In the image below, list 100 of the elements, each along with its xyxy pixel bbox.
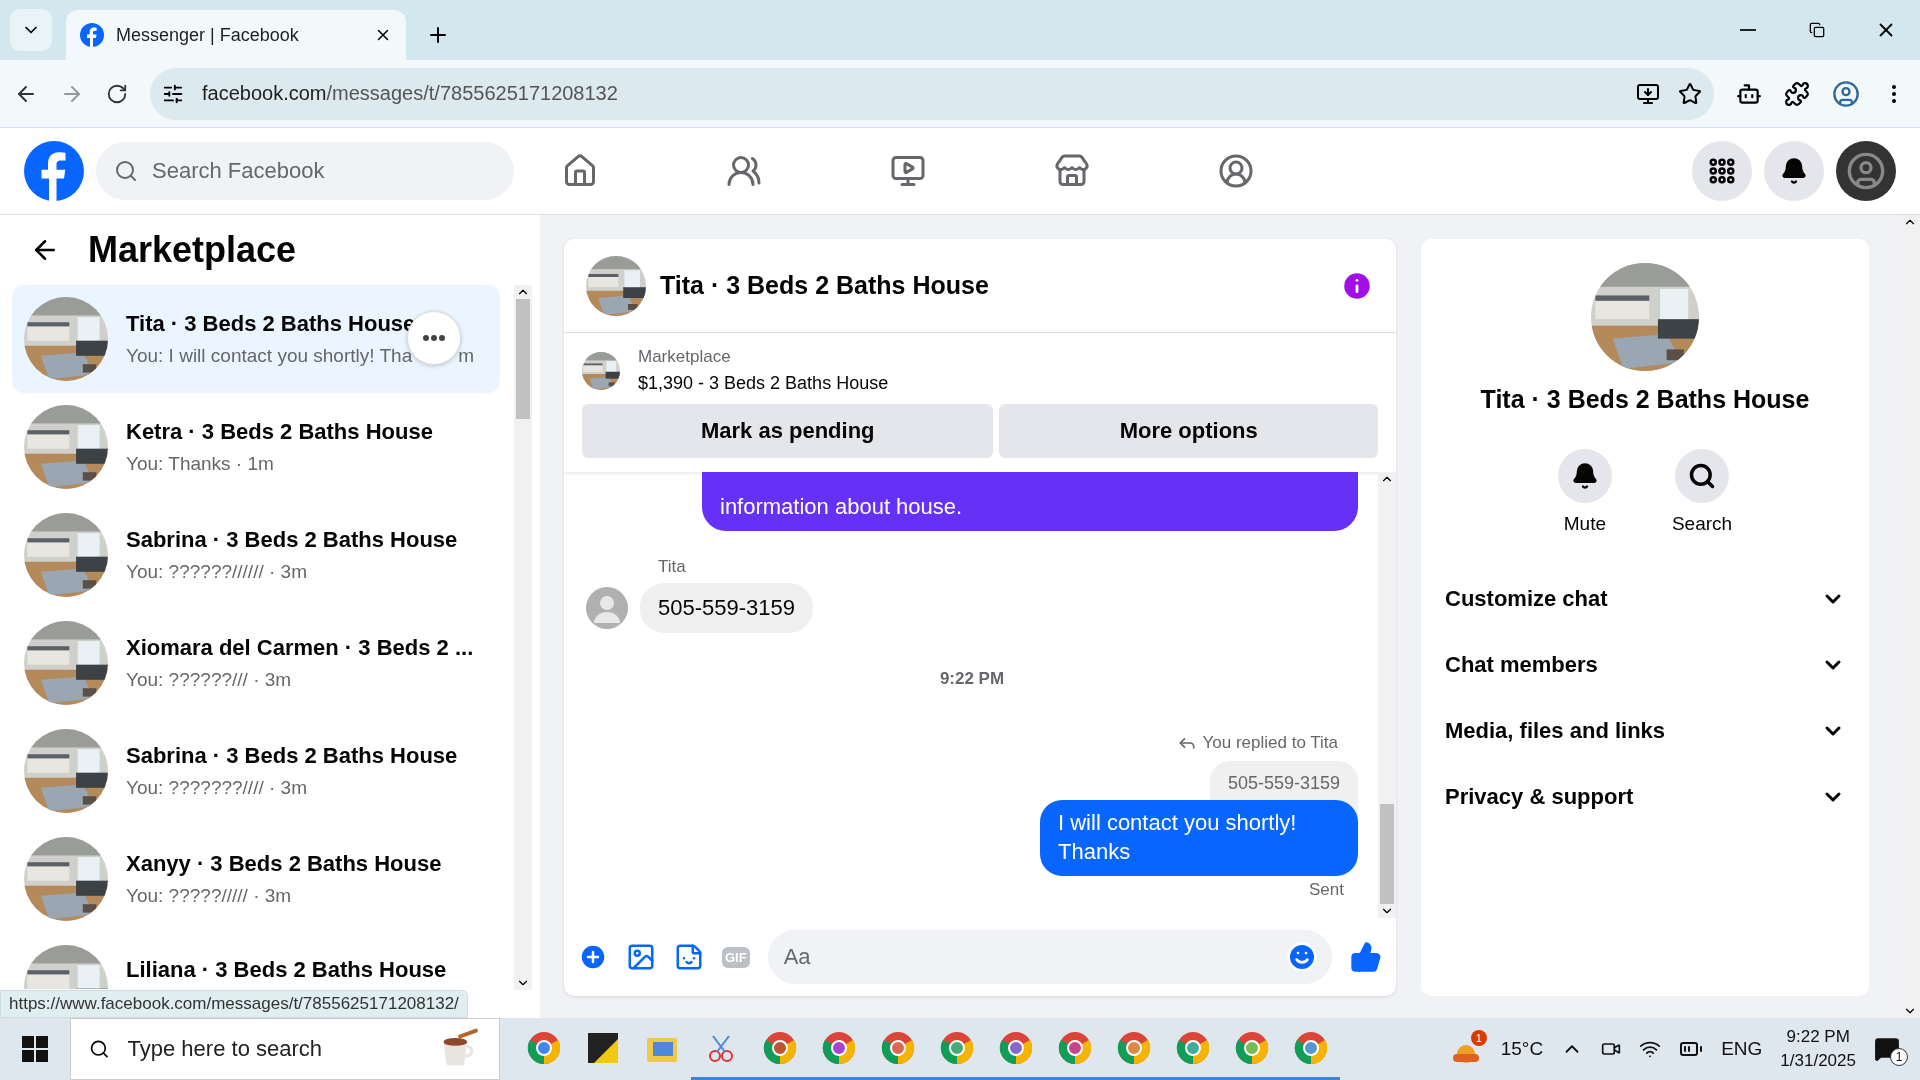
section-header[interactable]: Chat members [1421, 632, 1869, 698]
browser-icon [1175, 1030, 1210, 1065]
clock[interactable]: 9:22 PM 1/31/2025 [1780, 1027, 1856, 1071]
conversation-item[interactable]: Ketra · 3 Beds 2 Baths House You: Thanks · 1m [12, 393, 500, 501]
emoji-icon[interactable] [1286, 941, 1318, 973]
browser-icon [526, 1030, 561, 1065]
conversation-item[interactable]: Tita · 3 Beds 2 Baths House You: I will contact you shortly! Tha m [12, 285, 500, 393]
scrollbar-thumb[interactable] [516, 299, 530, 419]
action-button[interactable]: More options [999, 404, 1378, 458]
message-bubble: I will contact you shortly! Thanks [1040, 800, 1358, 876]
profile-name: Tita · 3 Beds 2 Baths House [1480, 385, 1810, 414]
notification-count: 1 [1890, 1048, 1908, 1066]
friends-icon[interactable] [726, 153, 762, 189]
ellipsis-icon [423, 335, 445, 341]
action-button[interactable]: Mark as pending [582, 404, 994, 458]
browser-icon [1116, 1030, 1151, 1065]
browser-icon [880, 1030, 915, 1065]
status-url: https://www.facebook.com/messages/t/7855625171208132/ [0, 990, 468, 1018]
image-icon[interactable] [626, 942, 656, 972]
star-icon[interactable] [1678, 81, 1702, 106]
minimize-icon [1739, 29, 1756, 31]
temperature: 15°C [1500, 1038, 1544, 1060]
search-icon [114, 159, 138, 183]
store-icon[interactable] [1054, 153, 1090, 189]
video-icon[interactable] [890, 153, 926, 189]
section-header[interactable]: Media, files and links [1421, 698, 1869, 764]
site-info-icon[interactable] [162, 82, 184, 105]
reload-icon [106, 82, 128, 105]
conversation-preview: m [458, 345, 475, 367]
conversation-name: Liliana · 3 Beds 2 Baths House [126, 957, 447, 983]
message-status: Sent [1309, 880, 1344, 900]
message-bubble: information about house. [702, 472, 1358, 531]
profile-action[interactable]: Search [1665, 448, 1739, 536]
restore-icon [1808, 22, 1825, 38]
search-box[interactable]: Search Facebook [96, 142, 514, 200]
listing-label: Marketplace [638, 347, 732, 367]
conversation-preview: You: ??????////// · 3m [126, 561, 307, 583]
browser-icon [1234, 1030, 1269, 1065]
browser-icon [1057, 1030, 1092, 1065]
conversation-item[interactable]: Sabrina · 3 Beds 2 Baths House You: ???????//// · 3m [12, 717, 500, 825]
browser-icon [939, 1030, 974, 1065]
bell-icon [1570, 462, 1599, 490]
grid-icon [1707, 156, 1737, 186]
conversation-preview: You: I will contact you shortly! Tha [126, 345, 413, 367]
url-text: facebook.com/messages/t/7855625171208132 [202, 82, 619, 105]
facebook-logo[interactable] [24, 141, 84, 201]
like-icon[interactable] [1350, 941, 1382, 973]
sender-name: Tita [658, 557, 687, 577]
reply-note: You replied to Tita [1202, 733, 1338, 753]
message-box[interactable]: Aa [767, 930, 1332, 984]
message-field[interactable]: Aa [781, 943, 1286, 971]
browser-icon [998, 1030, 1033, 1065]
conversation-name: Tita · 3 Beds 2 Baths House [126, 311, 417, 337]
message-time: 9:22 PM [939, 669, 1005, 689]
section-header[interactable]: Privacy & support [1421, 764, 1869, 830]
conversation-preview: You: ?????///// · 3m [126, 885, 292, 907]
account-avatar[interactable] [1836, 141, 1896, 201]
scrollbar[interactable] [1378, 472, 1396, 918]
browser-icon [821, 1030, 856, 1065]
profile-icon[interactable] [1832, 79, 1860, 108]
weather-badge: 1 [1470, 1030, 1487, 1046]
conversation-preview: You: Thanks · 1m [126, 453, 274, 475]
avatar [586, 587, 628, 629]
browser-icon [1293, 1030, 1328, 1065]
browser-tab[interactable]: Messenger | Facebook [66, 10, 406, 60]
home-icon[interactable] [562, 153, 598, 189]
listing-title: $1,390 - 3 Beds 2 Baths House [638, 373, 889, 394]
reload-button[interactable] [106, 82, 128, 105]
windows-icon [22, 1036, 48, 1062]
sidebar-title: Marketplace [88, 229, 297, 271]
conversation-name: Xanyy · 3 Beds 2 Baths House [126, 851, 442, 877]
extensions-icon[interactable] [1784, 80, 1810, 107]
browser-icon [762, 1030, 797, 1065]
conversation-name: Sabrina · 3 Beds 2 Baths House [126, 527, 458, 553]
message-bubble: 505-559-3159 [640, 583, 813, 633]
address-bar[interactable]: facebook.com/messages/t/7855625171208132 [150, 67, 1714, 120]
scrollbar[interactable] [514, 285, 532, 990]
conversation-item[interactable]: Xiomara del Carmen · 3 Beds 2 ... You: ??????/// · 3m [12, 609, 500, 717]
conversation-preview: You: ??????/// · 3m [126, 669, 292, 691]
scrollbar-thumb[interactable] [1380, 804, 1394, 904]
search-field[interactable]: Search Facebook [150, 157, 496, 185]
chat-title: Tita · 3 Beds 2 Baths House [660, 271, 990, 300]
taskbar-search-box[interactable]: Type here to search [70, 1018, 500, 1080]
add-icon[interactable] [578, 942, 608, 972]
language-indicator[interactable]: ENG [1721, 1038, 1763, 1060]
tab-title: Messenger | Facebook [116, 24, 300, 46]
notifications-icon[interactable] [1874, 1036, 1900, 1062]
groups-icon[interactable] [1218, 153, 1254, 189]
conversation-item[interactable]: Xanyy · 3 Beds 2 Baths House You: ?????///// · 3m [12, 825, 500, 933]
conversation-name: Xiomara del Carmen · 3 Beds 2 ... [126, 635, 474, 661]
install-icon[interactable] [1636, 81, 1660, 106]
bell-icon [1780, 157, 1808, 185]
section-header[interactable]: Customize chat [1421, 566, 1869, 632]
search-icon [1688, 462, 1716, 490]
page-scrollbar[interactable] [1900, 215, 1920, 1018]
facebook-icon [80, 23, 104, 47]
sticker-icon[interactable] [674, 942, 704, 972]
menu-button[interactable] [1692, 141, 1752, 201]
conversation-item[interactable]: Sabrina · 3 Beds 2 Baths House You: ??????////// · 3m [12, 501, 500, 609]
conversation-preview: You: ???????//// · 3m [126, 777, 307, 799]
